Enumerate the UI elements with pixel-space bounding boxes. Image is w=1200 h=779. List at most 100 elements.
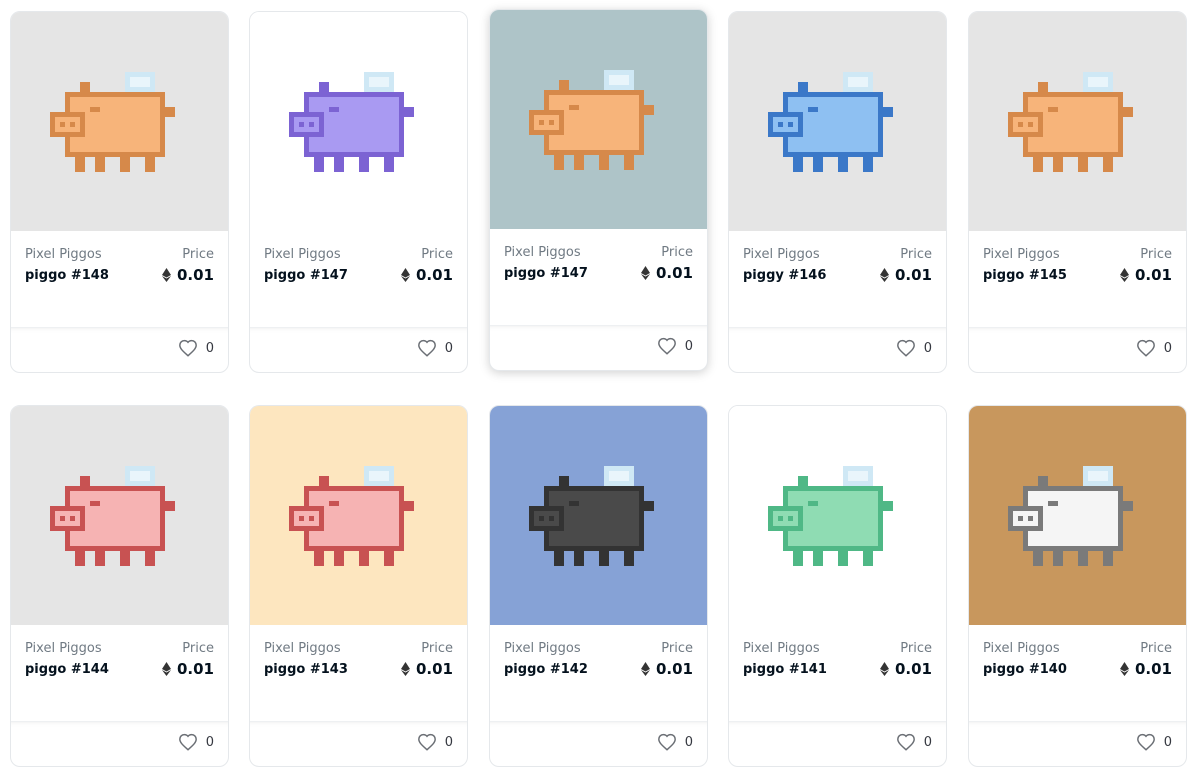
price-value: 0.01 <box>415 266 453 284</box>
nft-image[interactable] <box>969 406 1186 625</box>
favorite-button[interactable]: 0 <box>896 339 932 357</box>
nft-image[interactable] <box>729 12 946 231</box>
pixel-piggo-image <box>528 69 654 170</box>
nft-card[interactable]: Pixel Piggos Price piggo #144 0.01 0 <box>10 405 229 767</box>
price-value: 0.01 <box>894 266 932 284</box>
nft-image[interactable] <box>490 10 707 229</box>
price-value: 0.01 <box>1134 266 1172 284</box>
nft-info: Pixel Piggos Price piggo #144 0.01 <box>25 641 214 691</box>
favorite-button[interactable]: 0 <box>417 339 453 357</box>
nft-card[interactable]: Pixel Piggos Price piggo #147 0.01 0 <box>489 9 708 371</box>
nft-card[interactable]: Pixel Piggos Price piggy #146 0.01 0 <box>728 11 947 373</box>
price-label: Price <box>182 641 214 656</box>
nft-name[interactable]: piggo #141 <box>743 662 827 677</box>
favorite-button[interactable]: 0 <box>657 337 693 355</box>
nft-name[interactable]: piggo #147 <box>264 268 348 283</box>
nft-price: 0.01 <box>400 660 453 678</box>
heart-icon[interactable] <box>896 339 916 357</box>
heart-icon[interactable] <box>178 339 198 357</box>
price-label: Price <box>900 247 932 262</box>
favorite-button[interactable]: 0 <box>178 339 214 357</box>
nft-name[interactable]: piggo #142 <box>504 662 588 677</box>
collection-name[interactable]: Pixel Piggos <box>743 641 820 656</box>
pixel-piggo-image <box>49 71 175 172</box>
nft-image[interactable] <box>250 12 467 231</box>
nft-card[interactable]: Pixel Piggos Price piggo #142 0.01 0 <box>489 405 708 767</box>
price-label: Price <box>661 245 693 260</box>
nft-card[interactable]: Pixel Piggos Price piggo #147 0.01 0 <box>249 11 468 373</box>
ethereum-icon <box>879 268 889 282</box>
heart-icon[interactable] <box>417 339 437 357</box>
card-footer: 0 <box>11 327 228 372</box>
price-value: 0.01 <box>176 266 214 284</box>
price-value: 0.01 <box>655 660 693 678</box>
price-value: 0.01 <box>415 660 453 678</box>
nft-price: 0.01 <box>161 660 214 678</box>
price-label: Price <box>421 247 453 262</box>
heart-icon[interactable] <box>657 337 677 355</box>
nft-card[interactable]: Pixel Piggos Price piggo #143 0.01 0 <box>249 405 468 767</box>
nft-name[interactable]: piggo #148 <box>25 268 109 283</box>
nft-card[interactable]: Pixel Piggos Price piggo #141 0.01 0 <box>728 405 947 767</box>
heart-icon[interactable] <box>657 733 677 751</box>
nft-card[interactable]: Pixel Piggos Price piggo #145 0.01 0 <box>968 11 1187 373</box>
pixel-piggo-image <box>288 465 414 566</box>
collection-name[interactable]: Pixel Piggos <box>264 247 341 262</box>
nft-image[interactable] <box>729 406 946 625</box>
nft-card[interactable]: Pixel Piggos Price piggo #148 0.01 0 <box>10 11 229 373</box>
pixel-piggo-image <box>288 71 414 172</box>
nft-info: Pixel Piggos Price piggo #142 0.01 <box>504 641 693 691</box>
heart-icon[interactable] <box>1136 339 1156 357</box>
ethereum-icon <box>161 268 171 282</box>
price-label: Price <box>1140 641 1172 656</box>
favorite-button[interactable]: 0 <box>1136 339 1172 357</box>
ethereum-icon <box>400 662 410 676</box>
card-footer: 0 <box>250 721 467 766</box>
ethereum-icon <box>879 662 889 676</box>
price-value: 0.01 <box>1134 660 1172 678</box>
nft-image[interactable] <box>490 406 707 625</box>
nft-image[interactable] <box>11 12 228 231</box>
nft-price: 0.01 <box>1119 266 1172 284</box>
favorite-button[interactable]: 0 <box>417 733 453 751</box>
card-footer: 0 <box>250 327 467 372</box>
nft-info: Pixel Piggos Price piggo #147 0.01 <box>264 247 453 297</box>
nft-name[interactable]: piggo #145 <box>983 268 1067 283</box>
collection-name[interactable]: Pixel Piggos <box>983 641 1060 656</box>
collection-name[interactable]: Pixel Piggos <box>983 247 1060 262</box>
heart-icon[interactable] <box>896 733 916 751</box>
price-label: Price <box>421 641 453 656</box>
ethereum-icon <box>1119 662 1129 676</box>
collection-name[interactable]: Pixel Piggos <box>504 245 581 260</box>
pixel-piggo-image <box>767 71 893 172</box>
nft-image[interactable] <box>969 12 1186 231</box>
card-footer: 0 <box>11 721 228 766</box>
favorite-button[interactable]: 0 <box>178 733 214 751</box>
nft-name[interactable]: piggo #144 <box>25 662 109 677</box>
ethereum-icon <box>161 662 171 676</box>
collection-name[interactable]: Pixel Piggos <box>25 247 102 262</box>
favorite-button[interactable]: 0 <box>896 733 932 751</box>
price-value: 0.01 <box>176 660 214 678</box>
heart-icon[interactable] <box>417 733 437 751</box>
nft-name[interactable]: piggo #140 <box>983 662 1067 677</box>
nft-name[interactable]: piggy #146 <box>743 268 826 283</box>
collection-name[interactable]: Pixel Piggos <box>743 247 820 262</box>
collection-name[interactable]: Pixel Piggos <box>264 641 341 656</box>
nft-image[interactable] <box>11 406 228 625</box>
heart-icon[interactable] <box>178 733 198 751</box>
favorite-button[interactable]: 0 <box>657 733 693 751</box>
collection-name[interactable]: Pixel Piggos <box>504 641 581 656</box>
nft-image[interactable] <box>250 406 467 625</box>
favorite-button[interactable]: 0 <box>1136 733 1172 751</box>
nft-card[interactable]: Pixel Piggos Price piggo #140 0.01 0 <box>968 405 1187 767</box>
collection-name[interactable]: Pixel Piggos <box>25 641 102 656</box>
heart-icon[interactable] <box>1136 733 1156 751</box>
card-footer: 0 <box>490 325 707 370</box>
pixel-piggo-image <box>528 465 654 566</box>
nft-info: Pixel Piggos Price piggy #146 0.01 <box>743 247 932 297</box>
price-label: Price <box>1140 247 1172 262</box>
nft-name[interactable]: piggo #147 <box>504 266 588 281</box>
card-footer: 0 <box>969 721 1186 766</box>
nft-name[interactable]: piggo #143 <box>264 662 348 677</box>
